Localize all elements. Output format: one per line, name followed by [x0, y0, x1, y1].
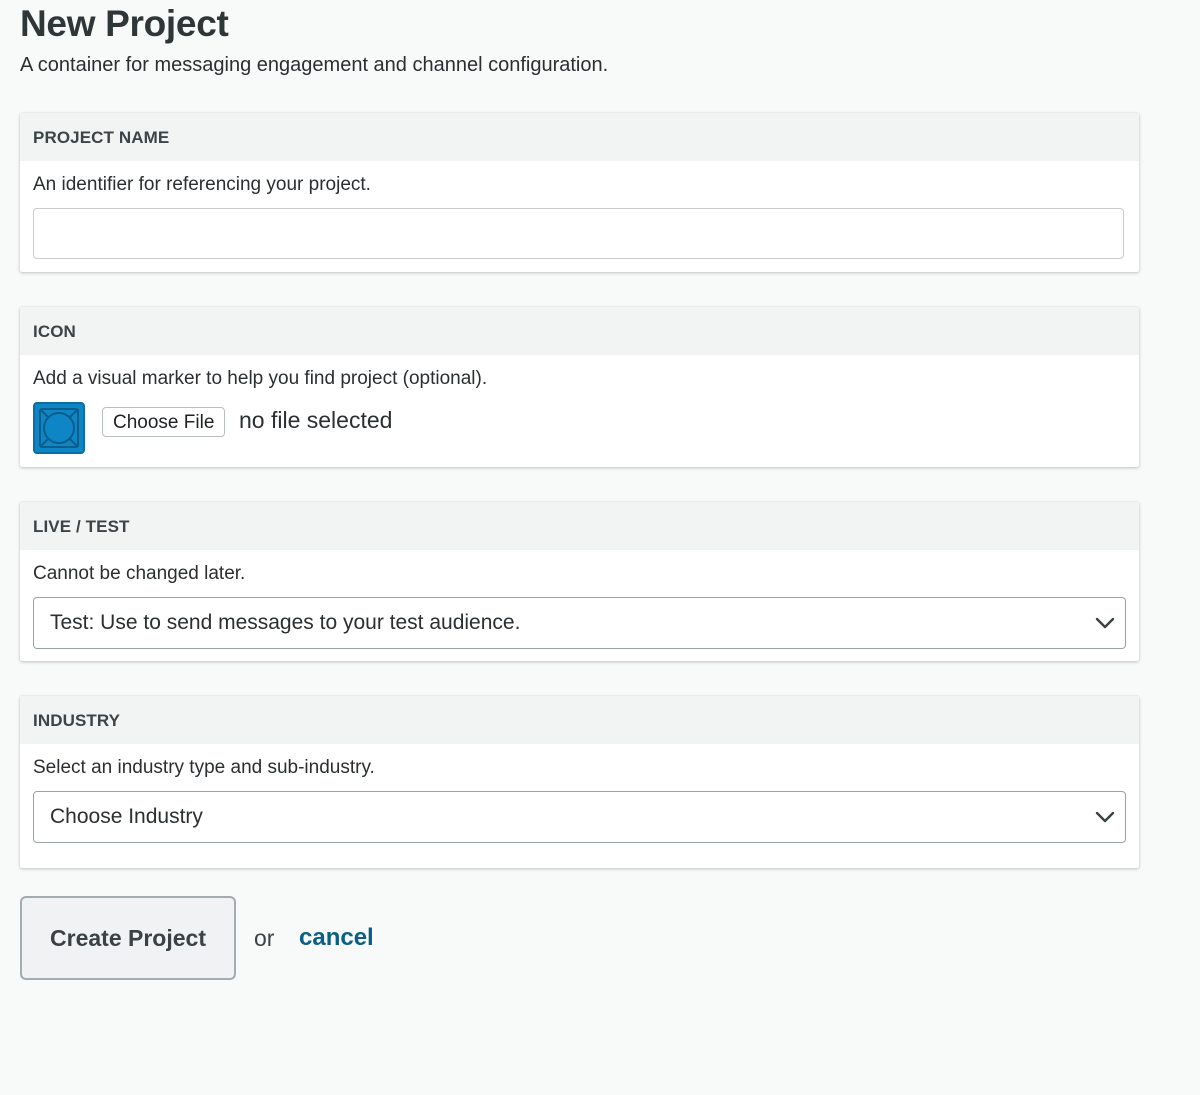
- cancel-link[interactable]: cancel: [299, 923, 374, 953]
- project-name-heading: PROJECT NAME: [20, 113, 1139, 161]
- live-test-selected-value: Test: Use to send messages to your test …: [50, 611, 521, 634]
- page-title: New Project: [20, 3, 229, 44]
- project-name-card: PROJECT NAME An identifier for referenci…: [20, 113, 1139, 272]
- or-separator: or: [254, 925, 275, 951]
- file-status-text: no file selected: [239, 407, 393, 433]
- industry-description: Select an industry type and sub-industry…: [33, 757, 375, 778]
- live-test-card: LIVE / TEST Cannot be changed later. Tes…: [20, 502, 1139, 661]
- industry-select[interactable]: Choose Industry: [33, 791, 1126, 843]
- page-subtitle: A container for messaging engagement and…: [20, 54, 609, 76]
- industry-heading: INDUSTRY: [20, 696, 1139, 744]
- project-placeholder-icon: [39, 408, 79, 448]
- live-test-heading: LIVE / TEST: [20, 502, 1139, 550]
- icon-card: ICON Add a visual marker to help you fin…: [20, 307, 1139, 467]
- project-icon-preview: [33, 402, 85, 454]
- create-project-button[interactable]: Create Project: [20, 896, 236, 980]
- live-test-description: Cannot be changed later.: [33, 563, 246, 584]
- live-test-select[interactable]: Test: Use to send messages to your test …: [33, 597, 1126, 649]
- industry-card: INDUSTRY Select an industry type and sub…: [20, 696, 1139, 868]
- page-header: New Project A container for messaging en…: [20, 2, 608, 77]
- industry-selected-value: Choose Industry: [50, 805, 203, 828]
- icon-description: Add a visual marker to help you find pro…: [33, 368, 488, 389]
- chevron-down-icon: [1095, 617, 1115, 629]
- project-name-input[interactable]: [33, 208, 1124, 259]
- project-name-description: An identifier for referencing your proje…: [33, 174, 371, 195]
- icon-heading: ICON: [20, 307, 1139, 355]
- choose-file-button[interactable]: Choose File: [102, 407, 226, 437]
- chevron-down-icon: [1095, 811, 1115, 823]
